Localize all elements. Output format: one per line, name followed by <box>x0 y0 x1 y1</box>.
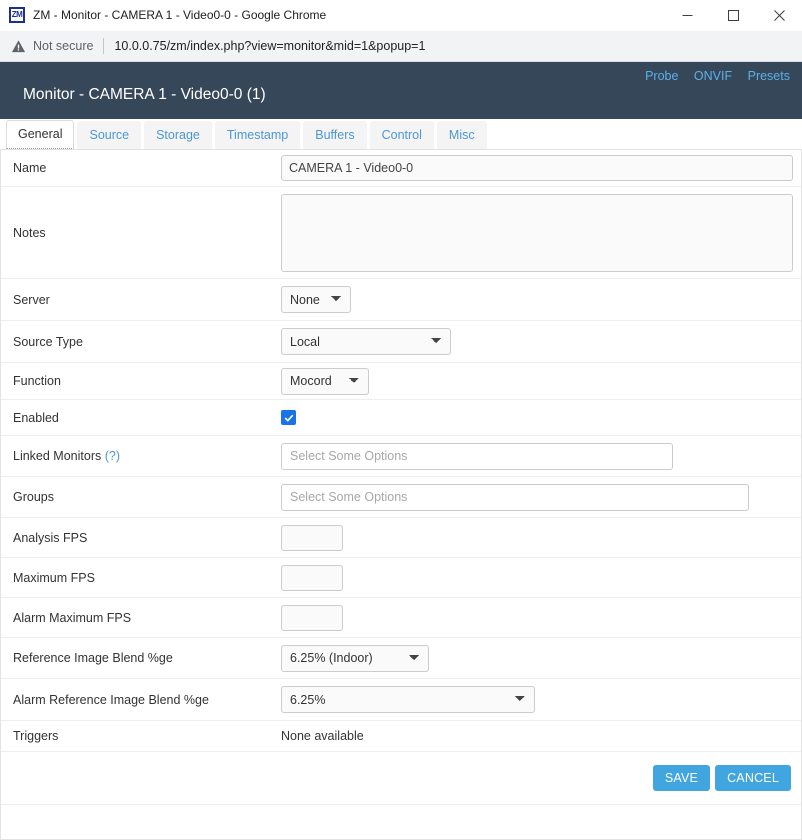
reference-image-blend-select[interactable]: 6.25% (Indoor) <box>281 644 429 672</box>
groups-select[interactable]: Select Some Options <box>281 483 749 511</box>
page-title: Monitor - CAMERA 1 - Video0-0 (1) <box>23 86 266 103</box>
zm-page-header: Probe ONVIF Presets Monitor - CAMERA 1 -… <box>0 62 802 119</box>
row-name: Name <box>1 150 801 187</box>
row-enabled: Enabled <box>1 400 801 436</box>
row-linked-monitors: Linked Monitors (?) Select Some Options <box>1 436 801 477</box>
probe-link[interactable]: Probe <box>645 69 678 83</box>
linked-monitors-label: Linked Monitors (?) <box>1 449 281 463</box>
function-select[interactable]: Mocord <box>281 367 369 395</box>
tab-source[interactable]: Source <box>77 121 142 149</box>
address-bar-separator <box>103 38 105 54</box>
header-links: Probe ONVIF Presets <box>633 69 790 83</box>
maximize-button[interactable] <box>710 0 756 31</box>
address-bar-url[interactable]: 10.0.0.75/zm/index.php?view=monitor&mid=… <box>114 39 425 53</box>
enabled-label: Enabled <box>13 410 59 425</box>
tab-timestamp[interactable]: Timestamp <box>214 121 301 149</box>
row-analysis-fps: Analysis FPS <box>1 518 801 558</box>
row-alarm-maximum-fps: Alarm Maximum FPS <box>1 598 801 638</box>
window-controls <box>664 0 802 31</box>
window-titlebar: ZM ZM - Monitor - CAMERA 1 - Video0-0 - … <box>0 0 802 31</box>
row-source-type: Source Type Local <box>1 321 801 363</box>
analysis-fps-label: Analysis FPS <box>13 530 88 545</box>
tab-bar: General Source Storage Timestamp Buffers… <box>0 119 802 149</box>
close-button[interactable] <box>756 0 802 31</box>
source-type-label: Source Type <box>13 334 83 349</box>
server-select[interactable]: None <box>281 286 351 313</box>
linked-monitors-text: Linked Monitors <box>13 449 102 463</box>
triggers-label: Triggers <box>13 729 59 743</box>
function-label: Function <box>13 374 61 388</box>
linked-monitors-help-icon[interactable]: (?) <box>105 449 120 463</box>
row-maximum-fps: Maximum FPS <box>1 558 801 598</box>
row-alarm-reference-image-blend: Alarm Reference Image Blend %ge 6.25% <box>1 679 801 721</box>
reference-image-blend-label: Reference Image Blend %ge <box>13 651 173 665</box>
not-secure-label: Not secure <box>33 39 94 53</box>
row-triggers: Triggers None available <box>1 721 801 752</box>
cancel-button[interactable]: CANCEL <box>715 765 791 791</box>
onvif-link[interactable]: ONVIF <box>694 69 732 83</box>
notes-label: Notes <box>13 225 46 240</box>
tab-storage[interactable]: Storage <box>144 121 212 149</box>
row-function: Function Mocord <box>1 363 801 400</box>
groups-label: Groups <box>13 490 54 504</box>
form-bottom-spacer <box>1 805 801 840</box>
address-bar[interactable]: Not secure 10.0.0.75/zm/index.php?view=m… <box>0 31 802 62</box>
name-label: Name <box>13 161 47 175</box>
row-reference-image-blend: Reference Image Blend %ge 6.25% (Indoor) <box>1 638 801 679</box>
tab-misc[interactable]: Misc <box>436 121 487 149</box>
tab-control[interactable]: Control <box>369 121 434 149</box>
alarm-maximum-fps-label: Alarm Maximum FPS <box>13 610 132 625</box>
maximum-fps-label: Maximum FPS <box>13 570 95 585</box>
notes-textarea[interactable] <box>281 193 793 272</box>
row-server: Server None <box>1 279 801 321</box>
page-content: Probe ONVIF Presets Monitor - CAMERA 1 -… <box>0 62 802 840</box>
form-actions: SAVE CANCEL <box>1 752 801 805</box>
zm-favicon-icon: ZM <box>9 7 25 23</box>
alarm-reference-image-blend-select[interactable]: 6.25% <box>281 686 535 713</box>
not-secure-warning-icon <box>11 39 26 52</box>
source-type-select[interactable]: Local <box>281 328 451 355</box>
presets-link[interactable]: Presets <box>748 69 790 83</box>
tab-buffers[interactable]: Buffers <box>303 121 367 149</box>
linked-monitors-select[interactable]: Select Some Options <box>281 442 673 470</box>
server-label: Server <box>13 292 50 307</box>
row-groups: Groups Select Some Options <box>1 477 801 518</box>
zm-favicon-label: ZM <box>11 10 23 19</box>
name-input[interactable] <box>281 155 793 181</box>
alarm-maximum-fps-input[interactable] <box>281 604 343 631</box>
tab-general[interactable]: General <box>6 120 75 149</box>
browser-window: ZM ZM - Monitor - CAMERA 1 - Video0-0 - … <box>0 0 802 840</box>
window-title: ZM - Monitor - CAMERA 1 - Video0-0 - Goo… <box>33 8 327 22</box>
alarm-reference-image-blend-label: Alarm Reference Image Blend %ge <box>13 692 209 707</box>
enabled-checkbox[interactable] <box>281 410 296 425</box>
triggers-value: None available <box>281 729 364 743</box>
analysis-fps-input[interactable] <box>281 524 343 551</box>
save-button[interactable]: SAVE <box>652 765 711 791</box>
minimize-button[interactable] <box>664 0 710 31</box>
checkmark-icon <box>284 414 293 422</box>
row-notes: Notes <box>1 187 801 279</box>
monitor-general-form: Name Notes Server None <box>0 149 802 840</box>
maximum-fps-input[interactable] <box>281 564 343 591</box>
